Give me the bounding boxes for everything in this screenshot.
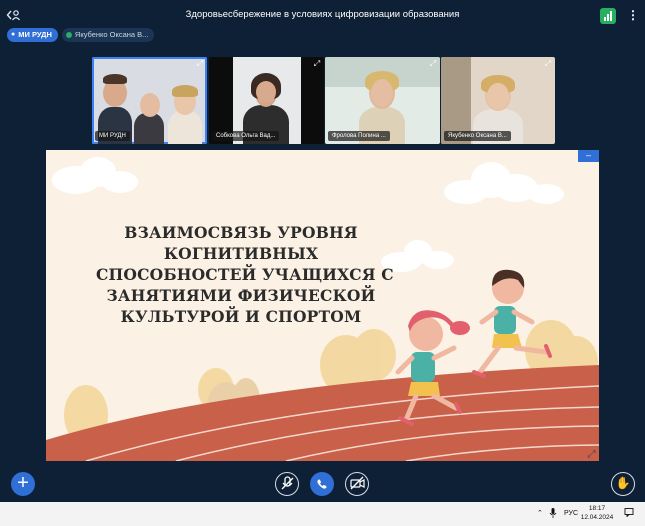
video-tile[interactable]: Якубенко Оксана В... ⤢ (441, 57, 555, 144)
slide-title: ВЗАИМОСВЯЗЬ УРОВНЯ КОГНИТИВНЫХ СПОСОБНОС… (96, 222, 394, 327)
clock-time: 18:17 (588, 505, 606, 512)
os-taskbar: ⌃ РУС 18:17 12.04.2024 (0, 502, 645, 526)
participant-chips: ● МИ РУДН Якубенко Оксана В... (7, 28, 155, 42)
slide-title-line: КУЛЬТУРОЙ И СПОРТОМ (120, 307, 362, 326)
status-dot-icon (65, 32, 72, 38)
top-bar: Здоровьесбережение в условиях цифровизац… (0, 0, 645, 30)
system-clock[interactable]: 18:17 12.04.2024 (580, 504, 614, 522)
presentation-slide: ВЗАИМОСВЯЗЬ УРОВНЯ КОГНИТИВНЫХ СПОСОБНОС… (46, 150, 599, 461)
slide-title-line: ВЗАИМОСВЯЗЬ УРОВНЯ (124, 223, 358, 242)
minimize-button[interactable]: – (578, 150, 599, 162)
chip-speaker[interactable]: Якубенко Оксана В... (61, 28, 155, 42)
slide-title-line: ЗАНЯТИЯМИ ФИЗИЧЕСКОЙ (106, 286, 376, 305)
video-tile[interactable]: Фролова Полина ... ⤢ (325, 57, 440, 144)
conference-title: Здоровьесбережение в условиях цифровизац… (185, 9, 460, 20)
chip-label: Якубенко Оксана В... (74, 30, 149, 39)
participant-name: Якубенко Оксана В... (444, 131, 511, 141)
expand-icon[interactable]: ⤢ (428, 59, 438, 69)
camera-off-icon[interactable] (345, 472, 369, 496)
chevron-up-icon[interactable]: ⌃ (537, 507, 543, 521)
video-tile[interactable]: МИ РУДН ⤢ (92, 57, 207, 144)
slide-title-line: КОГНИТИВНЫХ (163, 244, 319, 263)
fullscreen-icon[interactable]: ⤢ (586, 449, 597, 460)
expand-icon[interactable]: ⤢ (195, 59, 205, 69)
notification-icon[interactable] (624, 507, 634, 523)
participant-name: Собкова Ольга Вад... (212, 131, 280, 141)
clock-date: 12.04.2024 (580, 514, 614, 521)
microphone-icon[interactable] (549, 507, 557, 525)
add-button[interactable]: + (11, 472, 35, 496)
kebab-menu-icon[interactable]: ⋮ (627, 8, 639, 22)
chip-label: МИ РУДН (18, 30, 52, 39)
video-tile[interactable]: Собкова Ольга Вад... ⤢ (209, 57, 324, 144)
mic-off-icon[interactable] (275, 472, 299, 496)
chip-host[interactable]: ● МИ РУДН (7, 28, 58, 42)
participant-name: Фролова Полина ... (328, 131, 390, 141)
language-indicator[interactable]: РУС (564, 507, 578, 521)
participant-name: МИ РУДН (95, 131, 130, 141)
slide-title-line: СПОСОБНОСТЕЙ УЧАЩИХСЯ С (96, 265, 394, 284)
expand-icon[interactable]: ⤢ (543, 59, 553, 69)
expand-icon[interactable]: ⤢ (312, 59, 322, 69)
phone-icon[interactable] (310, 472, 334, 496)
raise-hand-icon[interactable]: ✋ (611, 472, 635, 496)
call-controls: + ✋ (0, 470, 645, 500)
signal-bars-icon[interactable] (600, 8, 616, 24)
drop-icon: ● (11, 31, 16, 38)
video-tiles: МИ РУДН ⤢ Собкова Ольга Вад... ⤢ Фролова… (92, 57, 555, 144)
